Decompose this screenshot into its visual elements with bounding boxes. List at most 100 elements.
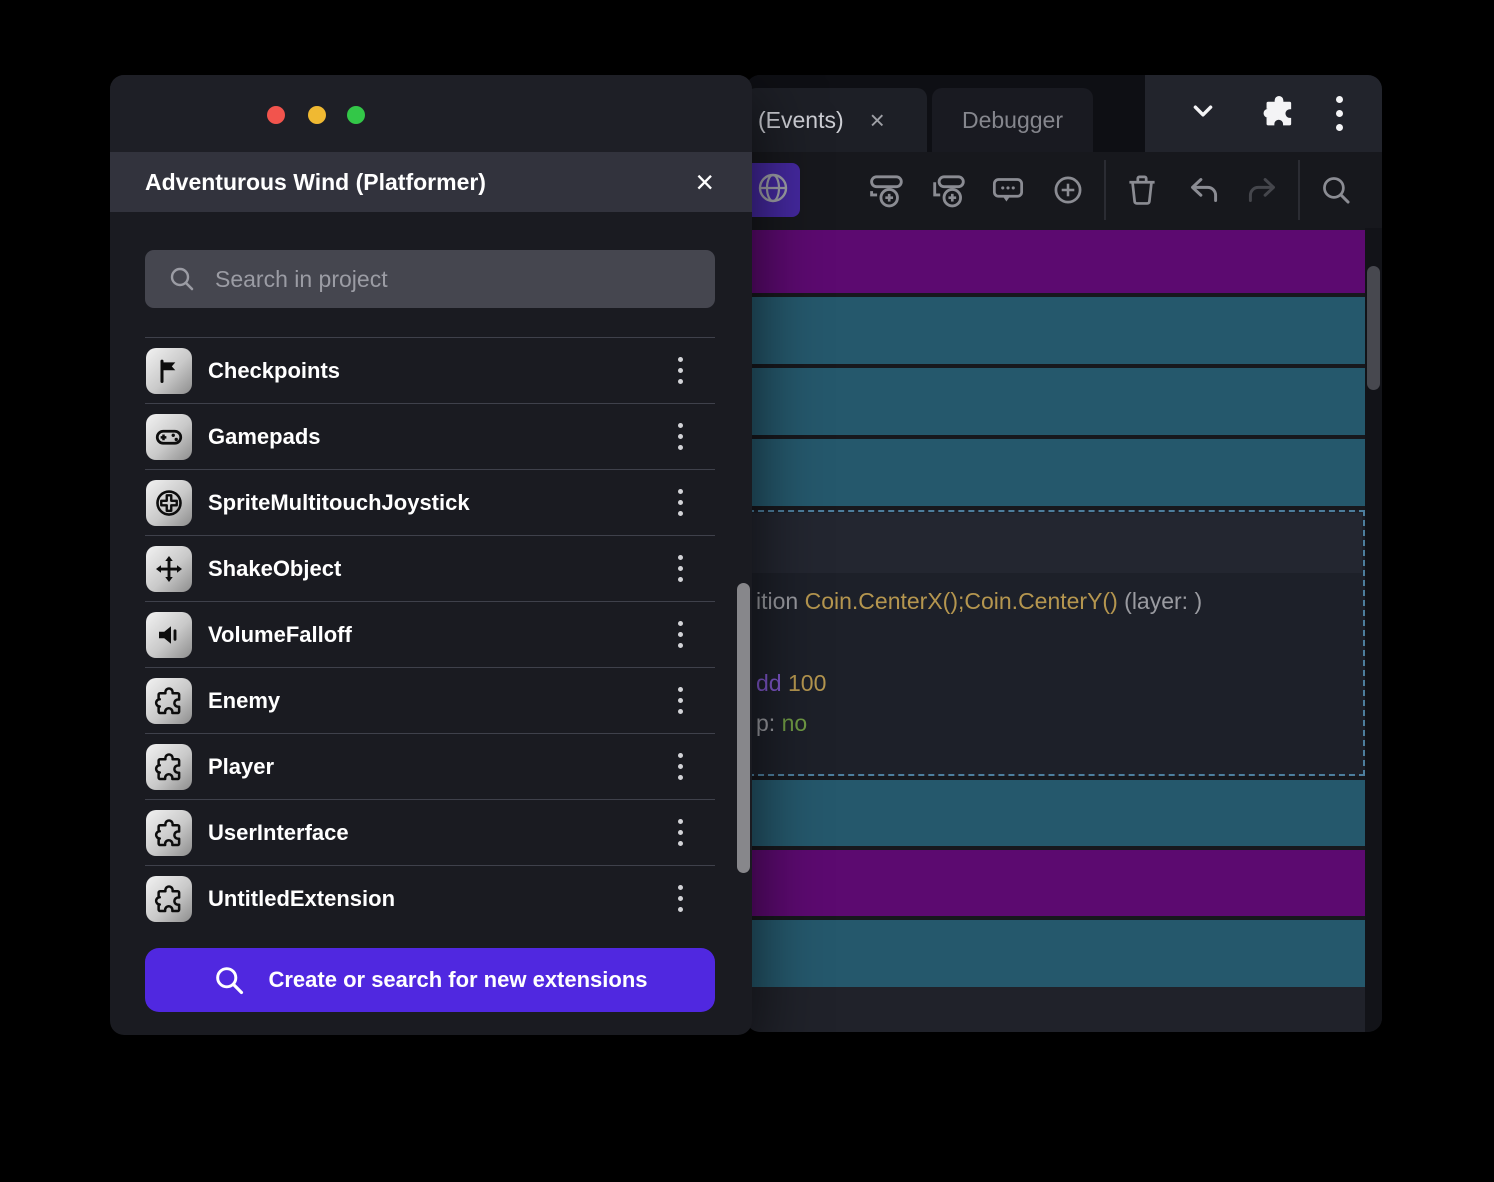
- search-input[interactable]: [213, 265, 693, 294]
- extension-label: Player: [208, 754, 274, 780]
- extension-label: VolumeFalloff: [208, 622, 352, 648]
- redo-button[interactable]: [1241, 164, 1285, 216]
- chevron-down-icon[interactable]: [1184, 92, 1222, 135]
- kebab-menu-icon[interactable]: [678, 753, 683, 780]
- extension-row[interactable]: Enemy: [145, 667, 715, 733]
- toolbar-divider: [1298, 160, 1300, 220]
- gamepad-icon: [146, 414, 192, 460]
- dialog-scrollbar-thumb[interactable]: [737, 583, 750, 873]
- toolbar-divider: [1104, 160, 1106, 220]
- code-text-segment: ition: [756, 588, 805, 614]
- puzzle-icon: [146, 876, 192, 922]
- extension-row[interactable]: UserInterface: [145, 799, 715, 865]
- delete-button[interactable]: [1120, 164, 1164, 216]
- extension-row[interactable]: ShakeObject: [145, 535, 715, 601]
- tab-events-label: (Events): [758, 107, 844, 134]
- extensions-puzzle-icon[interactable]: [1261, 93, 1297, 134]
- kebab-menu-icon[interactable]: [678, 357, 683, 384]
- project-search[interactable]: [145, 250, 715, 308]
- add-comment-icon: [987, 169, 1029, 211]
- puzzle-icon: [146, 810, 192, 856]
- window-header-panel: [1145, 75, 1382, 152]
- extension-label: Enemy: [208, 688, 280, 714]
- close-icon[interactable]: ×: [695, 152, 714, 212]
- events-sheet: ition Coin.CenterX();Coin.CenterY() (lay…: [748, 228, 1365, 1032]
- add-subevent-button[interactable]: [927, 164, 971, 216]
- event-row[interactable]: [748, 920, 1365, 987]
- extensions-list: Checkpoints Gamepads SpriteMultitouchJoy…: [145, 337, 715, 931]
- extension-label: ShakeObject: [208, 556, 341, 582]
- macos-zoom-button[interactable]: [347, 106, 365, 124]
- kebab-menu-icon[interactable]: [678, 621, 683, 648]
- event-row[interactable]: [748, 230, 1365, 293]
- extension-label: Gamepads: [208, 424, 321, 450]
- kebab-menu-icon[interactable]: [678, 819, 683, 846]
- tab-debugger-label: Debugger: [962, 107, 1063, 134]
- puzzle-icon: [146, 678, 192, 724]
- event-row[interactable]: [748, 439, 1365, 506]
- trash-icon: [1121, 169, 1163, 211]
- add-event-button[interactable]: [865, 164, 909, 216]
- add-event-icon: [865, 168, 909, 212]
- add-comment-button[interactable]: [986, 164, 1030, 216]
- event-action-text[interactable]: dd 100: [756, 670, 826, 698]
- extensions-dialog: Adventurous Wind (Platformer) × Checkpoi…: [110, 75, 752, 1035]
- dialog-header: Adventurous Wind (Platformer): [110, 152, 752, 212]
- extension-label: SpriteMultitouchJoystick: [208, 490, 470, 516]
- kebab-menu-icon[interactable]: [678, 489, 683, 516]
- event-row[interactable]: [748, 780, 1365, 846]
- create-extension-button[interactable]: Create or search for new extensions: [145, 948, 715, 1012]
- event-action-text[interactable]: p: no: [756, 710, 807, 738]
- kebab-menu-icon[interactable]: [678, 423, 683, 450]
- kebab-menu-icon[interactable]: [678, 885, 683, 912]
- tab-bar: (Events) × Debugger: [746, 75, 1382, 152]
- joystick-icon: [146, 480, 192, 526]
- kebab-menu-icon[interactable]: [1336, 96, 1343, 131]
- toolbar-active-button[interactable]: [746, 163, 800, 217]
- move-arrows-icon: [146, 546, 192, 592]
- extension-label: UserInterface: [208, 820, 349, 846]
- events-scrollbar-thumb[interactable]: [1367, 266, 1380, 390]
- code-text-segment: Coin.CenterX();Coin.CenterY(): [805, 588, 1118, 614]
- puzzle-icon: [146, 744, 192, 790]
- kebab-menu-icon[interactable]: [678, 555, 683, 582]
- macos-minimize-button[interactable]: [308, 106, 326, 124]
- code-text-segment: no: [782, 710, 808, 736]
- extension-row[interactable]: UntitledExtension: [145, 865, 715, 931]
- code-text-segment: 100: [788, 670, 826, 696]
- extension-row[interactable]: VolumeFalloff: [145, 601, 715, 667]
- event-conditions-area[interactable]: [751, 513, 1362, 573]
- create-extension-label: Create or search for new extensions: [268, 967, 647, 993]
- add-circle-icon: [1047, 169, 1089, 211]
- globe-icon: [753, 168, 793, 213]
- tab-debugger[interactable]: Debugger: [932, 88, 1093, 152]
- search-icon: [1315, 169, 1357, 211]
- event-row[interactable]: [748, 297, 1365, 364]
- extension-row[interactable]: Checkpoints: [145, 337, 715, 403]
- events-editor-window: (Events) × Debugger: [746, 75, 1382, 1032]
- add-something-button[interactable]: [1046, 164, 1090, 216]
- extension-label: Checkpoints: [208, 358, 340, 384]
- undo-icon: [1182, 169, 1224, 211]
- kebab-menu-icon[interactable]: [678, 687, 683, 714]
- extension-row[interactable]: SpriteMultitouchJoystick: [145, 469, 715, 535]
- speaker-icon: [146, 612, 192, 658]
- events-sheet-footer: [748, 987, 1365, 1032]
- extension-label: UntitledExtension: [208, 886, 395, 912]
- undo-button[interactable]: [1181, 164, 1225, 216]
- search-events-button[interactable]: [1314, 164, 1358, 216]
- tab-close-icon[interactable]: ×: [870, 107, 885, 133]
- extension-row[interactable]: Gamepads: [145, 403, 715, 469]
- code-text-segment: (layer: ): [1118, 588, 1202, 614]
- redo-icon: [1242, 169, 1284, 211]
- event-row[interactable]: [748, 850, 1365, 916]
- event-row[interactable]: [748, 368, 1365, 435]
- event-action-text[interactable]: ition Coin.CenterX();Coin.CenterY() (lay…: [756, 588, 1202, 616]
- search-icon: [167, 264, 197, 294]
- extension-row[interactable]: Player: [145, 733, 715, 799]
- selected-event-block[interactable]: ition Coin.CenterX();Coin.CenterY() (lay…: [748, 510, 1365, 776]
- code-text-segment: dd: [756, 670, 788, 696]
- dialog-title: Adventurous Wind (Platformer): [145, 169, 486, 196]
- macos-close-button[interactable]: [267, 106, 285, 124]
- tab-events[interactable]: (Events) ×: [746, 88, 927, 152]
